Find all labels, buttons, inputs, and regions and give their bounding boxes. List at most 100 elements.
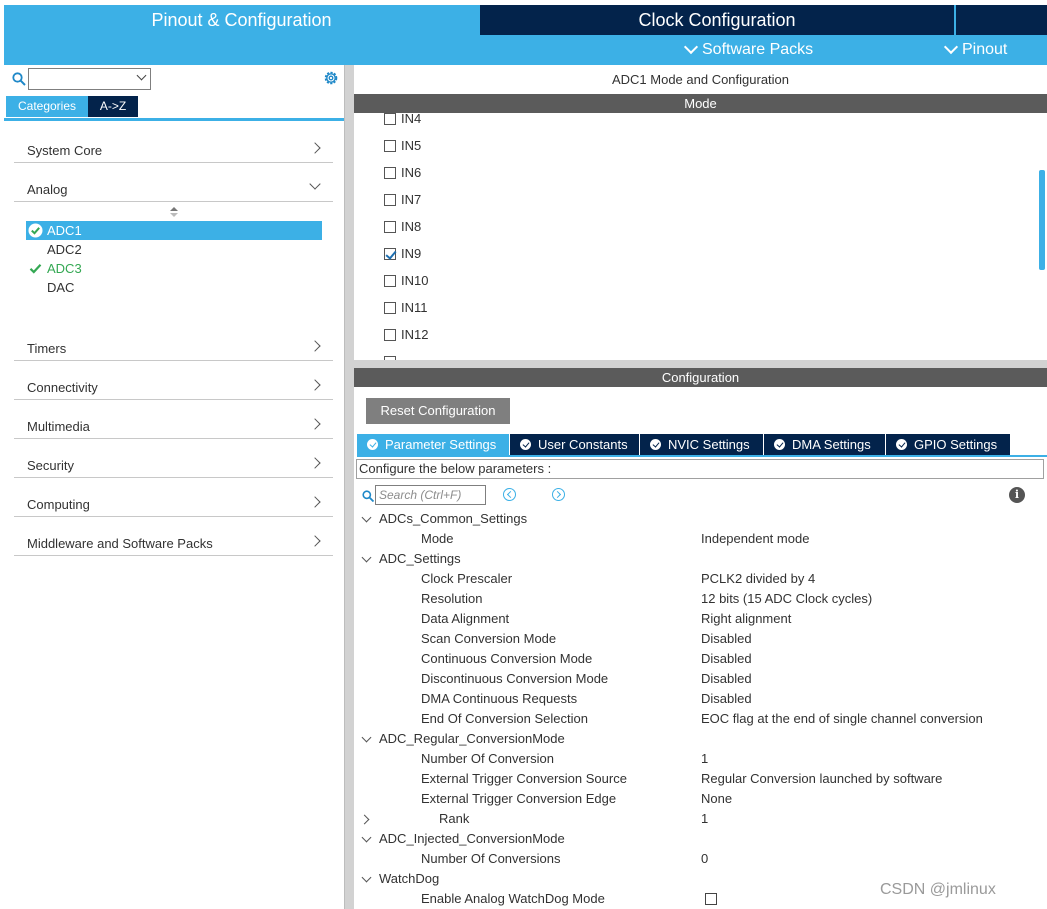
software-packs-menu[interactable]: Software Packs: [683, 38, 813, 62]
tab-a-to-z[interactable]: A->Z: [88, 96, 138, 117]
param-value[interactable]: None: [701, 789, 732, 809]
tree-group-regular[interactable]: ADC_Regular_ConversionMode: [354, 729, 1044, 749]
tab-pinout-configuration[interactable]: Pinout & Configuration: [4, 5, 479, 35]
next-match-icon[interactable]: [552, 488, 565, 501]
param-name: Data Alignment: [421, 611, 510, 626]
category-security[interactable]: Security: [14, 439, 333, 478]
param-value[interactable]: PCLK2 divided by 4: [701, 569, 815, 589]
checkbox[interactable]: [384, 221, 396, 233]
chevron-down-icon[interactable]: [361, 872, 372, 883]
panel-splitter[interactable]: [344, 65, 354, 909]
input-label: IN8: [401, 219, 422, 234]
category-timers[interactable]: Timers: [14, 322, 333, 361]
check-circle-icon: [367, 439, 378, 450]
param-row-dma-continuous[interactable]: DMA Continuous Requests Disabled: [354, 689, 1044, 709]
param-value[interactable]: Disabled: [701, 649, 752, 669]
previous-match-icon[interactable]: [503, 488, 516, 501]
chevron-down-icon[interactable]: [361, 732, 372, 743]
checkbox[interactable]: [384, 113, 396, 125]
checkbox[interactable]: [384, 248, 396, 260]
category-computing[interactable]: Computing: [14, 478, 333, 517]
checkbox[interactable]: [384, 194, 396, 206]
checkbox[interactable]: [384, 302, 396, 314]
checkbox[interactable]: [384, 140, 396, 152]
param-row-ext-trigger-source[interactable]: External Trigger Conversion Source Regula…: [354, 769, 1044, 789]
tab-categories[interactable]: Categories: [6, 96, 88, 117]
input-label: IN9: [401, 246, 422, 261]
configuration-tabs: Parameter Settings User Constants NVIC S…: [357, 434, 1047, 455]
chevron-down-icon[interactable]: [361, 552, 372, 563]
tree-group-common[interactable]: ADCs_Common_Settings: [354, 509, 1044, 529]
param-value[interactable]: Regular Conversion launched by software: [701, 769, 942, 789]
scrollbar-thumb[interactable]: [1039, 170, 1045, 270]
category-multimedia[interactable]: Multimedia: [14, 400, 333, 439]
param-row-data-alignment[interactable]: Data Alignment Right alignment: [354, 609, 1044, 629]
param-row-eoc-selection[interactable]: End Of Conversion Selection EOC flag at t…: [354, 709, 1044, 729]
param-value[interactable]: 12 bits (15 ADC Clock cycles): [701, 589, 872, 609]
category-label: Computing: [27, 497, 90, 512]
splitter[interactable]: [354, 360, 1047, 368]
analog-item-dac[interactable]: DAC: [26, 278, 322, 297]
category-analog[interactable]: Analog: [14, 163, 333, 202]
search-combo-box[interactable]: [28, 68, 151, 90]
parameter-search-input[interactable]: Search (Ctrl+F): [375, 485, 486, 505]
tab-user-constants[interactable]: User Constants: [510, 434, 639, 455]
param-value[interactable]: 1: [701, 809, 708, 829]
chevron-right-icon[interactable]: [359, 814, 370, 825]
tab-underline: [4, 118, 344, 121]
param-row-resolution[interactable]: Resolution 12 bits (15 ADC Clock cycles): [354, 589, 1044, 609]
param-value[interactable]: Independent mode: [701, 529, 809, 549]
category-system-core[interactable]: System Core: [14, 124, 333, 163]
param-row-number-of-conversion[interactable]: Number Of Conversion 1: [354, 749, 1044, 769]
param-value[interactable]: Disabled: [701, 669, 752, 689]
input-label: IN4: [401, 113, 422, 126]
watchdog-enable-checkbox[interactable]: [705, 893, 717, 905]
param-value[interactable]: 0: [701, 849, 708, 869]
param-row-rank[interactable]: Rank 1: [354, 809, 1044, 829]
analog-item-adc3[interactable]: ADC3: [26, 259, 322, 278]
chevron-down-icon[interactable]: [361, 832, 372, 843]
tab-project-manager[interactable]: [955, 5, 1047, 35]
info-icon[interactable]: i: [1009, 487, 1025, 503]
tab-nvic-settings[interactable]: NVIC Settings: [640, 434, 763, 455]
category-tabs: Categories A->Z: [6, 96, 138, 117]
param-row-scan-mode[interactable]: Scan Conversion Mode Disabled: [354, 629, 1044, 649]
check-circle-icon: [896, 439, 907, 450]
reset-configuration-button[interactable]: Reset Configuration: [366, 398, 510, 424]
tab-dma-settings[interactable]: DMA Settings: [764, 434, 885, 455]
param-value[interactable]: Right alignment: [701, 609, 791, 629]
chevron-down-icon: [309, 178, 321, 190]
category-middleware[interactable]: Middleware and Software Packs: [14, 517, 333, 556]
checkbox[interactable]: [384, 167, 396, 179]
param-row-discontinuous[interactable]: Discontinuous Conversion Mode Disabled: [354, 669, 1044, 689]
param-name: End Of Conversion Selection: [421, 711, 588, 726]
pinout-menu[interactable]: Pinout: [943, 38, 1007, 62]
param-value[interactable]: Disabled: [701, 689, 752, 709]
param-row-ext-trigger-edge[interactable]: External Trigger Conversion Edge None: [354, 789, 1044, 809]
tab-gpio-settings[interactable]: GPIO Settings: [886, 434, 1010, 455]
checkbox[interactable]: [384, 275, 396, 287]
param-row-number-of-conversions[interactable]: Number Of Conversions 0: [354, 849, 1044, 869]
tab-clock-configuration[interactable]: Clock Configuration: [480, 5, 954, 35]
gear-icon[interactable]: [322, 69, 340, 87]
category-connectivity[interactable]: Connectivity: [14, 361, 333, 400]
param-name: External Trigger Conversion Edge: [421, 791, 617, 806]
param-row-mode[interactable]: Mode Independent mode: [354, 529, 1044, 549]
analog-item-adc1[interactable]: ADC1: [26, 221, 322, 240]
tab-parameter-settings[interactable]: Parameter Settings: [357, 434, 509, 455]
checkbox[interactable]: [384, 329, 396, 341]
param-value[interactable]: EOC flag at the end of single channel co…: [701, 709, 983, 729]
input-label: IN5: [401, 138, 422, 153]
tree-group-adc-settings[interactable]: ADC_Settings: [354, 549, 1044, 569]
tree-group-injected[interactable]: ADC_Injected_ConversionMode: [354, 829, 1044, 849]
param-value[interactable]: Disabled: [701, 629, 752, 649]
group-label: ADC_Settings: [379, 551, 461, 566]
param-row-clock-prescaler[interactable]: Clock Prescaler PCLK2 divided by 4: [354, 569, 1044, 589]
param-value[interactable]: 1: [701, 749, 708, 769]
chevron-down-icon[interactable]: [361, 512, 372, 523]
sort-icon[interactable]: [169, 206, 179, 218]
param-name: Enable Analog WatchDog Mode: [421, 891, 605, 906]
analog-item-adc2[interactable]: ADC2: [26, 240, 322, 259]
search-icon: [362, 490, 374, 502]
param-row-continuous[interactable]: Continuous Conversion Mode Disabled: [354, 649, 1044, 669]
